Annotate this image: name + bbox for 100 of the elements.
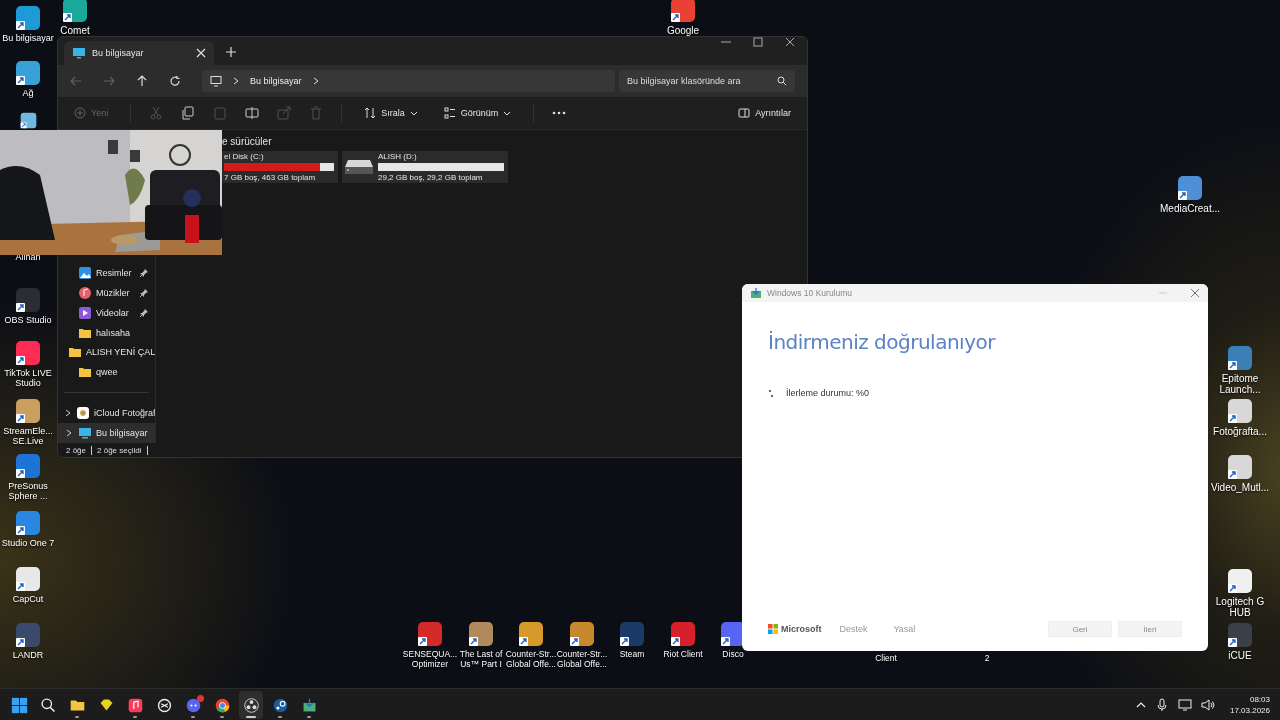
app-icon[interactable] bbox=[1227, 345, 1253, 371]
sidebar-item[interactable]: halısaha bbox=[58, 322, 155, 343]
icon-label[interactable]: Google bbox=[666, 25, 700, 36]
sort-button[interactable]: Sırala bbox=[360, 105, 422, 121]
pin-icon[interactable] bbox=[139, 307, 149, 318]
breadcrumb-item[interactable]: Bu bilgisayar bbox=[250, 76, 302, 86]
progress-text: İlerleme durumu: %0 bbox=[786, 388, 870, 398]
app-icon[interactable] bbox=[1227, 454, 1253, 480]
plus-circle-icon bbox=[74, 107, 86, 119]
view-button[interactable]: Görünüm bbox=[439, 105, 516, 121]
refresh-icon[interactable] bbox=[169, 75, 181, 87]
sidebar-item[interactable]: Müzikler bbox=[58, 282, 155, 303]
close-icon[interactable] bbox=[785, 37, 795, 47]
icon-label[interactable]: Studio One 7 bbox=[1, 538, 55, 548]
drive-tile[interactable]: el Disk (C:) 7 GB boş, 463 GB toplam bbox=[222, 151, 338, 183]
game-controller-icon bbox=[184, 696, 202, 714]
icon-label[interactable]: Ağ bbox=[22, 88, 34, 98]
new-tab-icon[interactable] bbox=[226, 47, 236, 57]
app-icon[interactable] bbox=[468, 621, 494, 647]
app-icon[interactable] bbox=[1227, 398, 1253, 424]
speaker-icon[interactable] bbox=[1200, 698, 1215, 712]
app-icon[interactable] bbox=[15, 60, 41, 86]
icon-label[interactable]: TikTok LIVE Studio bbox=[0, 368, 56, 388]
icon-label[interactable]: Epitome Launch... bbox=[1208, 373, 1272, 395]
drive-name: el Disk (C:) bbox=[224, 152, 265, 161]
caret-down-icon bbox=[409, 109, 418, 117]
icon-label[interactable]: Bu bilgisayar bbox=[2, 33, 54, 43]
icon-label[interactable]: Steam bbox=[619, 649, 645, 659]
app-icon[interactable] bbox=[15, 398, 41, 424]
address-bar[interactable]: Bu bilgisayar bbox=[202, 70, 615, 92]
search-icon bbox=[39, 696, 57, 714]
app-icon[interactable] bbox=[62, 0, 88, 23]
sidebar-item[interactable]: Bu bilgisayar bbox=[58, 423, 155, 443]
app-icon[interactable] bbox=[670, 621, 696, 647]
app-icon[interactable] bbox=[15, 287, 41, 313]
icon-label[interactable]: Logitech G HUB bbox=[1208, 596, 1272, 618]
copy-icon[interactable] bbox=[181, 106, 196, 120]
microsoft-logo-icon bbox=[768, 624, 778, 634]
up-arrow-icon[interactable] bbox=[136, 75, 148, 87]
sort-arrows-icon bbox=[364, 107, 377, 119]
app-icon[interactable] bbox=[15, 510, 41, 536]
folder-icon bbox=[68, 345, 82, 360]
details-pane-icon bbox=[738, 107, 751, 119]
clipboard-icon[interactable] bbox=[213, 106, 228, 120]
sidebar-item[interactable]: ALISH YENİ ÇAL bbox=[58, 342, 155, 363]
list-view-icon bbox=[443, 107, 456, 119]
app-icon[interactable] bbox=[15, 5, 41, 31]
pin-icon[interactable] bbox=[139, 287, 149, 298]
microphone-icon[interactable] bbox=[1154, 698, 1169, 712]
app-icon[interactable] bbox=[15, 340, 41, 366]
icon-label[interactable]: LANDR bbox=[12, 650, 44, 660]
icon-label[interactable]: StreamEle... SE.Live bbox=[0, 426, 56, 446]
details-button[interactable]: Ayrıntılar bbox=[734, 105, 795, 121]
app-icon[interactable] bbox=[1177, 175, 1203, 201]
icon-label[interactable]: Video_Mutl... bbox=[1210, 482, 1270, 493]
app-icon[interactable] bbox=[15, 566, 41, 592]
sidebar-item[interactable]: Resimler bbox=[58, 263, 155, 283]
app-icon[interactable] bbox=[1227, 568, 1253, 594]
clock[interactable]: 08:03 17.03.2026 bbox=[1229, 694, 1270, 716]
maximize-icon[interactable] bbox=[753, 37, 763, 47]
app-icon[interactable] bbox=[619, 621, 645, 647]
icon-label[interactable]: Disco bbox=[722, 649, 744, 659]
search-field[interactable]: Bu bilgisayar klasöründe ara bbox=[619, 70, 795, 92]
circle-dots-icon bbox=[242, 696, 260, 714]
app-icon[interactable] bbox=[15, 453, 41, 479]
icon-label[interactable]: OBS Studio bbox=[4, 315, 52, 325]
sidebar-item[interactable]: Videolar bbox=[58, 302, 155, 323]
app-icon[interactable] bbox=[569, 621, 595, 647]
sidebar-item[interactable]: iCloud Fotoğraf bbox=[58, 403, 155, 424]
section-heading: e sürücüler bbox=[222, 136, 273, 147]
icon-label[interactable]: Comet bbox=[60, 25, 90, 36]
icon-label[interactable]: Fotoğrafta... bbox=[1213, 426, 1267, 437]
drive-size-text: 7 GB boş, 463 GB toplam bbox=[224, 173, 317, 182]
monitor-icon bbox=[210, 75, 222, 87]
app-icon[interactable] bbox=[670, 0, 696, 23]
chevron-icon[interactable] bbox=[311, 77, 320, 85]
icon-label[interactable]: Riot Client bbox=[663, 649, 703, 659]
icon-label[interactable]: Client bbox=[875, 653, 897, 663]
icon-label[interactable]: PreSonus Sphere ... bbox=[0, 481, 56, 501]
image-icon bbox=[78, 265, 92, 280]
icon-label[interactable]: MediaCreat... bbox=[1160, 203, 1220, 214]
app-icon[interactable] bbox=[518, 621, 544, 647]
taskbar-app-button[interactable] bbox=[239, 691, 263, 719]
icon-label[interactable]: CapCut bbox=[12, 594, 44, 604]
app-icon[interactable] bbox=[15, 622, 41, 648]
chevron-icon[interactable] bbox=[65, 429, 73, 437]
icon-label[interactable]: SENSEQUA... Optimizer bbox=[402, 649, 458, 669]
caret-up-icon[interactable] bbox=[1135, 700, 1146, 710]
app-icon[interactable] bbox=[1227, 622, 1253, 648]
app-icon[interactable] bbox=[417, 621, 443, 647]
pin-icon[interactable] bbox=[139, 268, 149, 278]
app-icon[interactable] bbox=[19, 112, 37, 129]
monitor-icon[interactable] bbox=[1177, 698, 1192, 712]
sidebar-item[interactable]: qwee bbox=[58, 362, 155, 383]
rename-icon[interactable] bbox=[245, 106, 260, 120]
icon-label[interactable]: iCUE bbox=[1228, 650, 1252, 661]
chevron-icon[interactable] bbox=[64, 409, 72, 418]
icon-label[interactable]: 2 bbox=[984, 653, 990, 663]
drive-tile[interactable]: ALISH (D:) 29,2 GB boş, 29,2 GB toplam bbox=[342, 151, 508, 183]
window-tab[interactable]: Bu bilgisayar bbox=[64, 41, 214, 65]
